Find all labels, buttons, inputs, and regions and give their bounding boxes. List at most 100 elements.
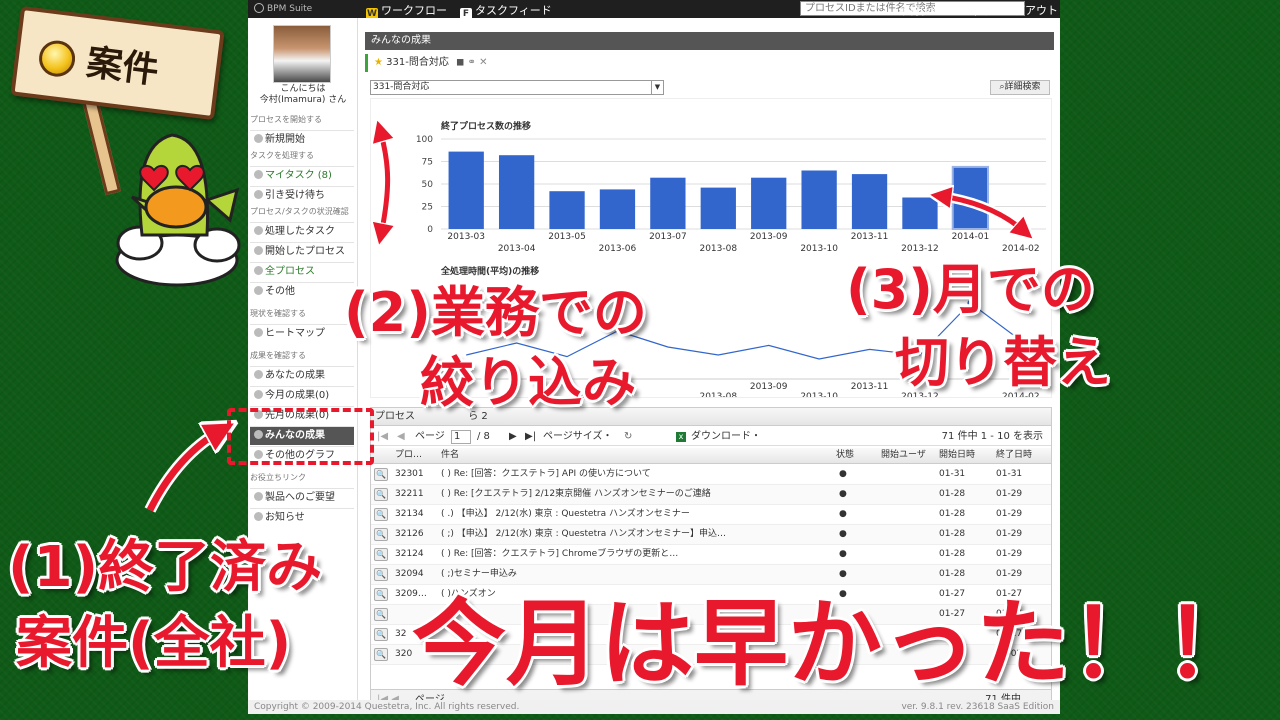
col-id[interactable]: プロ… — [395, 448, 422, 463]
caption-2-line2: 絞り込み — [420, 351, 636, 414]
magnifier-icon[interactable]: 🔍 — [374, 648, 388, 661]
sidebar-item[interactable]: 開始したプロセス — [250, 242, 354, 261]
avatar — [273, 25, 331, 83]
sidebar-item-label: その他 — [265, 286, 295, 297]
process-model-select[interactable]: 331-問合対応 ▼ — [370, 80, 664, 95]
bar — [549, 191, 585, 229]
caption-1-line2: 案件(全社) — [16, 611, 292, 676]
x-tick-label: 2014-01 — [952, 232, 990, 242]
grid-toolbar: |◀ ◀ ページ 1 / 8 ▶ ▶| ページサイズ・ ↻ x ダウンロード・ … — [371, 428, 1051, 446]
caption-3-line2: 切り替え — [895, 331, 1111, 394]
bar — [851, 174, 888, 229]
magnifier-icon[interactable]: 🔍 — [374, 608, 388, 621]
cell-id: 32126 — [395, 529, 424, 539]
sidebar-item[interactable]: あなたの成果 — [250, 366, 354, 385]
sidebar-heading: 成果を確認する — [250, 351, 306, 360]
table-row[interactable]: 🔍 32134 ( .) 【申込】 2/12(水) 東京 : Questetra ハ… — [371, 505, 1051, 525]
sidebar-item[interactable]: マイタスク (8) — [250, 166, 354, 185]
link-icon[interactable]: ⚭ — [468, 57, 476, 68]
magnifier-icon[interactable]: 🔍 — [374, 568, 388, 581]
sidebar-item-icon — [254, 492, 263, 501]
sidebar-item-icon — [254, 170, 263, 179]
logout-link[interactable]: ログアウト — [1003, 2, 1058, 18]
sidebar-item[interactable]: 引き受け待ち — [250, 186, 354, 205]
magnifier-icon[interactable]: 🔍 — [374, 548, 388, 561]
sidebar-item[interactable]: 新規開始 — [250, 130, 354, 149]
col-start-date[interactable]: 開始日時 — [939, 448, 975, 463]
user-menu[interactable]: 今村(Imamura) ▼ — [898, 2, 990, 18]
panel-title: みんなの成果 — [365, 32, 1054, 50]
sidebar-item-label: 全プロセス — [265, 266, 315, 277]
table-row[interactable]: 🔍 32126 ( ;) 【申込】 2/12(水) 東京 : Questetra ハ… — [371, 525, 1051, 545]
sidebar-item[interactable]: 今月の成果(0) — [250, 386, 354, 405]
star-icon[interactable]: ★ — [374, 57, 383, 68]
bar-chart-title: 終了プロセス数の推移 — [441, 120, 531, 132]
cell-subject: ( .) 【申込】 2/12(水) 東京 : Questetra ハンズオンセミ… — [441, 509, 690, 519]
sidebar-item-icon — [254, 370, 263, 379]
download-menu[interactable]: ダウンロード・ — [691, 428, 761, 446]
cell-id: 320 — [395, 649, 413, 659]
mascot-character — [115, 133, 241, 287]
y-tick-label: 25 — [422, 203, 433, 213]
cell-subject: ( ;) 【申込】 2/12(水) 東京 : Questetra ハンズオンセミ… — [441, 529, 726, 539]
cell-id: 32 — [395, 629, 407, 639]
col-subject[interactable]: 件名 — [441, 448, 459, 463]
magnifier-icon[interactable]: 🔍 — [374, 468, 388, 481]
y-tick-label: 100 — [416, 135, 433, 145]
sidebar-item-label: マイタスク (8) — [265, 170, 332, 181]
sidebar-item[interactable]: ヒートマップ — [250, 324, 354, 343]
col-state[interactable]: 状態 — [836, 448, 854, 463]
y-tick-label: 75 — [422, 158, 433, 168]
sidebar-heading: プロセスを開始する — [250, 115, 322, 124]
next-page-icon[interactable]: ▶ — [509, 428, 517, 446]
bar — [599, 189, 636, 229]
x-tick-label: 2013-10 — [800, 392, 838, 397]
last-page-icon[interactable]: ▶| — [525, 428, 536, 446]
tag-icon[interactable]: ◼ — [456, 57, 464, 68]
magnifier-icon[interactable]: 🔍 — [374, 488, 388, 501]
table-row[interactable]: 🔍 32301 ( ) Re: [回答：クエステトラ] API の使い方について ● 0… — [371, 465, 1051, 485]
page-size-menu[interactable]: ページサイズ・ — [543, 428, 613, 446]
table-row[interactable]: 🔍 32211 ( ) Re: [クエステトラ] 2/12東京開催 ハンズオンセミナ… — [371, 485, 1051, 505]
unpin-icon[interactable]: ✕ — [479, 57, 487, 68]
x-tick-label: 2013-03 — [447, 232, 485, 242]
sidebar-item-icon — [254, 512, 263, 521]
magnifier-icon[interactable]: 🔍 — [374, 588, 388, 601]
sidebar-item[interactable]: 製品へのご要望 — [250, 488, 354, 507]
chevron-down-icon: ▼ — [651, 81, 663, 94]
x-tick-label: 2013-07 — [649, 232, 687, 242]
magnifier-icon[interactable]: 🔍 — [374, 628, 388, 641]
x-tick-label: 2013-05 — [548, 232, 586, 242]
bar — [700, 187, 736, 229]
grid-header: プロ… 件名 状態 開始ユーザ 開始日時 終了日時 — [371, 448, 1051, 464]
advanced-search-button[interactable]: ⌕詳細検索 — [990, 80, 1050, 95]
cell-start: 01-28 — [939, 489, 966, 499]
magnifier-icon[interactable]: 🔍 — [374, 528, 388, 541]
table-row[interactable]: 🔍 32124 ( ) Re: [回答：クエステトラ] Chromeブラウザの更新と… — [371, 545, 1051, 565]
prev-page-icon[interactable]: ◀ — [397, 428, 405, 446]
sidebar-item-label: 処理したタスク — [265, 226, 335, 237]
x-tick-label: 2013-08 — [699, 244, 737, 254]
caption-3-line1: (3)月での — [846, 258, 1095, 321]
app-logo[interactable]: BPM Suite — [254, 3, 312, 14]
sidebar-item[interactable]: 全プロセス — [250, 262, 354, 281]
sidebar-item[interactable]: 処理したタスク — [250, 222, 354, 241]
page-label: ページ — [415, 431, 445, 442]
col-end-date[interactable]: 終了日時 — [996, 448, 1032, 463]
first-page-icon[interactable]: |◀ — [377, 428, 388, 446]
cell-start: 01-28 — [939, 529, 966, 539]
cell-id: 32134 — [395, 509, 424, 519]
highlight-box — [227, 408, 374, 465]
bar — [902, 197, 938, 229]
cell-subject: ( ) Re: [回答：クエステトラ] API の使い方について — [441, 469, 651, 479]
col-start-user[interactable]: 開始ユーザ — [881, 448, 926, 463]
greeting-user: 今村(Imamura) さん — [259, 95, 347, 105]
top-bar: BPM Suite Wワークフロー Fタスクフィード 今村(Imamura) ▼… — [248, 0, 1060, 20]
sidebar-item[interactable]: その他 — [250, 282, 354, 301]
caption-1-line1: (1)終了済み — [8, 535, 323, 600]
cell-end: 01-29 — [996, 529, 1023, 539]
page-input[interactable]: 1 — [451, 430, 471, 444]
magnifier-icon[interactable]: 🔍 — [374, 508, 388, 521]
refresh-icon[interactable]: ↻ — [624, 428, 632, 446]
cell-id: 32124 — [395, 549, 424, 559]
